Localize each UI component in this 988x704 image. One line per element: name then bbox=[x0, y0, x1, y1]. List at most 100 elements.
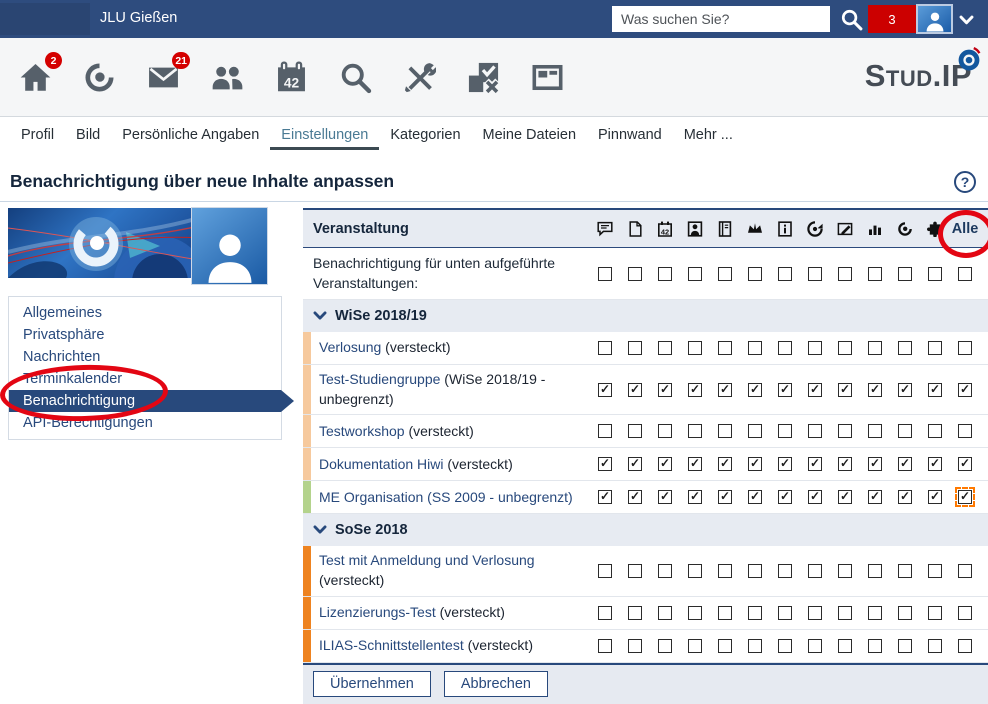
notification-checkbox[interactable] bbox=[748, 564, 762, 578]
sidebar-item-nachrichten[interactable]: Nachrichten bbox=[9, 346, 281, 368]
notification-checkbox[interactable] bbox=[718, 606, 732, 620]
notification-checkbox[interactable] bbox=[928, 490, 942, 504]
column-literature[interactable] bbox=[710, 221, 740, 237]
notification-checkbox[interactable] bbox=[868, 383, 882, 397]
course-link[interactable]: ME Organisation (SS 2009 - unbegrenzt) bbox=[319, 489, 573, 505]
notification-checkbox[interactable] bbox=[898, 490, 912, 504]
notification-checkbox[interactable] bbox=[628, 267, 642, 281]
tab-persönliche-angaben[interactable]: Persönliche Angaben bbox=[111, 120, 270, 150]
tab-einstellungen[interactable]: Einstellungen bbox=[270, 120, 379, 150]
chevron-down-icon[interactable] bbox=[959, 13, 974, 33]
notification-checkbox[interactable] bbox=[868, 639, 882, 653]
course-link[interactable]: ILIAS-Schnittstellentest bbox=[319, 637, 464, 653]
toolbar-item-home[interactable]: 2 bbox=[17, 59, 53, 95]
search-button[interactable] bbox=[837, 5, 865, 33]
notification-checkbox[interactable] bbox=[958, 383, 972, 397]
notification-checkbox[interactable] bbox=[688, 267, 702, 281]
notification-checkbox[interactable] bbox=[808, 267, 822, 281]
notification-checkbox[interactable] bbox=[778, 267, 792, 281]
notification-checkbox[interactable] bbox=[748, 606, 762, 620]
notification-checkbox[interactable] bbox=[718, 267, 732, 281]
notification-checkbox[interactable] bbox=[718, 341, 732, 355]
notification-checkbox[interactable] bbox=[718, 564, 732, 578]
notification-checkbox[interactable] bbox=[928, 457, 942, 471]
notification-checkbox[interactable] bbox=[718, 424, 732, 438]
notification-checkbox[interactable] bbox=[598, 424, 612, 438]
notification-checkbox[interactable] bbox=[598, 564, 612, 578]
notification-checkbox[interactable] bbox=[658, 606, 672, 620]
notification-checkbox[interactable] bbox=[928, 383, 942, 397]
notification-checkbox[interactable] bbox=[928, 564, 942, 578]
notification-checkbox[interactable] bbox=[778, 490, 792, 504]
notification-checkbox[interactable] bbox=[898, 424, 912, 438]
notification-checkbox[interactable] bbox=[928, 267, 942, 281]
notification-checkbox[interactable] bbox=[928, 341, 942, 355]
notification-checkbox[interactable] bbox=[748, 639, 762, 653]
notification-checkbox[interactable] bbox=[598, 490, 612, 504]
notification-checkbox[interactable] bbox=[868, 267, 882, 281]
notification-checkbox[interactable] bbox=[688, 490, 702, 504]
column-participants[interactable] bbox=[680, 221, 710, 237]
notification-checkbox[interactable] bbox=[718, 457, 732, 471]
notification-checkbox[interactable] bbox=[628, 341, 642, 355]
column-plugin[interactable] bbox=[920, 221, 950, 237]
notification-checkbox[interactable] bbox=[808, 564, 822, 578]
notification-checkbox[interactable] bbox=[748, 383, 762, 397]
notification-checkbox[interactable] bbox=[718, 490, 732, 504]
cancel-button[interactable]: Abbrechen bbox=[444, 671, 548, 697]
notification-checkbox[interactable] bbox=[958, 267, 972, 281]
notification-checkbox[interactable] bbox=[748, 267, 762, 281]
notification-checkbox[interactable] bbox=[958, 490, 972, 504]
notification-checkbox[interactable] bbox=[598, 457, 612, 471]
notification-checkbox[interactable] bbox=[688, 424, 702, 438]
toolbar-item-community[interactable] bbox=[209, 59, 245, 95]
notification-checkbox[interactable] bbox=[718, 383, 732, 397]
semester-section-sose-2018[interactable]: SoSe 2018 bbox=[303, 514, 988, 546]
course-link[interactable]: Verlosung bbox=[319, 339, 381, 355]
notification-checkbox[interactable] bbox=[898, 564, 912, 578]
column-news[interactable] bbox=[890, 221, 920, 237]
profile-avatar[interactable] bbox=[191, 207, 268, 285]
sidebar-item-allgemeines[interactable]: Allgemeines bbox=[9, 302, 281, 324]
course-link[interactable]: Lizenzierungs-Test bbox=[319, 604, 436, 620]
toolbar-item-calendar[interactable]: 42 bbox=[273, 59, 309, 95]
tab-meine-dateien[interactable]: Meine Dateien bbox=[472, 120, 588, 150]
column-forum[interactable] bbox=[590, 221, 620, 237]
notification-checkbox[interactable] bbox=[838, 383, 852, 397]
semester-section-wise-2018-19[interactable]: WiSe 2018/19 bbox=[303, 300, 988, 332]
notification-checkbox[interactable] bbox=[778, 424, 792, 438]
notification-checkbox[interactable] bbox=[658, 564, 672, 578]
sidebar-item-benachrichtigung[interactable]: Benachrichtigung bbox=[9, 390, 281, 412]
notification-checkbox[interactable] bbox=[688, 341, 702, 355]
column-courseware[interactable] bbox=[800, 221, 830, 237]
notification-checkbox[interactable] bbox=[778, 639, 792, 653]
notification-checkbox[interactable] bbox=[658, 639, 672, 653]
toolbar-item-dashboard[interactable] bbox=[529, 59, 565, 95]
notification-checkbox[interactable] bbox=[688, 383, 702, 397]
notification-count-badge[interactable]: 3 bbox=[868, 5, 916, 33]
toolbar-item-mail[interactable]: 21 bbox=[145, 59, 181, 95]
notification-checkbox[interactable] bbox=[808, 424, 822, 438]
apply-button[interactable]: Übernehmen bbox=[313, 671, 431, 697]
notification-checkbox[interactable] bbox=[628, 606, 642, 620]
notification-checkbox[interactable] bbox=[658, 490, 672, 504]
notification-checkbox[interactable] bbox=[628, 564, 642, 578]
notification-checkbox[interactable] bbox=[688, 457, 702, 471]
notification-checkbox[interactable] bbox=[748, 490, 762, 504]
notification-checkbox[interactable] bbox=[838, 490, 852, 504]
notification-checkbox[interactable] bbox=[598, 639, 612, 653]
notification-checkbox[interactable] bbox=[658, 267, 672, 281]
notification-checkbox[interactable] bbox=[838, 564, 852, 578]
notification-checkbox[interactable] bbox=[928, 606, 942, 620]
notification-checkbox[interactable] bbox=[778, 341, 792, 355]
notification-checkbox[interactable] bbox=[808, 341, 822, 355]
notification-checkbox[interactable] bbox=[808, 457, 822, 471]
notification-checkbox[interactable] bbox=[898, 606, 912, 620]
notification-checkbox[interactable] bbox=[658, 424, 672, 438]
global-search-input[interactable] bbox=[612, 6, 830, 32]
notification-checkbox[interactable] bbox=[778, 457, 792, 471]
notification-checkbox[interactable] bbox=[628, 490, 642, 504]
notification-checkbox[interactable] bbox=[868, 457, 882, 471]
notification-checkbox[interactable] bbox=[598, 267, 612, 281]
notification-checkbox[interactable] bbox=[868, 606, 882, 620]
